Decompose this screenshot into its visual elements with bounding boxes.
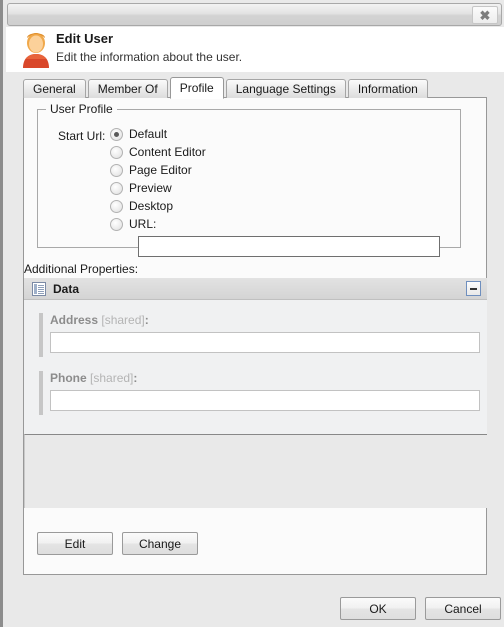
field-accent-bar bbox=[39, 313, 43, 357]
page-title: Edit User bbox=[56, 31, 114, 46]
radio-option-label: Preview bbox=[129, 181, 172, 195]
radio-option-page-editor[interactable]: Page Editor bbox=[110, 161, 206, 179]
header-text-block: Edit User Edit the information about the… bbox=[56, 30, 242, 66]
tab-profile[interactable]: Profile bbox=[169, 77, 224, 99]
radio-mark-icon bbox=[110, 145, 123, 159]
radio-mark-icon bbox=[110, 163, 123, 177]
radio-option-label: Page Editor bbox=[129, 163, 192, 177]
field-label-colon: : bbox=[133, 371, 138, 385]
user-icon bbox=[23, 33, 49, 68]
radio-option-content-editor[interactable]: Content Editor bbox=[110, 143, 206, 161]
field-label-colon: : bbox=[144, 313, 149, 327]
cancel-button[interactable]: Cancel bbox=[425, 597, 501, 620]
change-button[interactable]: Change bbox=[122, 532, 198, 555]
data-section-footer-area bbox=[24, 434, 487, 508]
field-block-address: Address [shared]: bbox=[24, 312, 487, 357]
field-input-phone[interactable] bbox=[50, 390, 480, 411]
tab-information[interactable]: Information bbox=[347, 79, 428, 98]
radio-option-label: Desktop bbox=[129, 199, 174, 213]
start-url-text-input[interactable] bbox=[138, 236, 440, 257]
field-label-address: Address [shared]: bbox=[50, 312, 487, 328]
radio-option-url[interactable]: URL: bbox=[110, 215, 206, 233]
radio-option-label: Default bbox=[129, 127, 168, 141]
radio-option-label: URL: bbox=[129, 217, 157, 231]
close-button[interactable]: ✖ bbox=[472, 6, 498, 24]
ok-button[interactable]: OK bbox=[340, 597, 416, 620]
close-icon: ✖ bbox=[479, 7, 491, 23]
field-name-text: Phone bbox=[50, 371, 87, 385]
field-shared-tag: [shared] bbox=[90, 371, 134, 385]
field-input-address[interactable] bbox=[50, 332, 480, 353]
field-name-text: Address bbox=[50, 313, 99, 327]
page-subtitle: Edit the information about the user. bbox=[56, 50, 243, 64]
action-button-row: Edit Change bbox=[37, 532, 198, 555]
radio-option-preview[interactable]: Preview bbox=[110, 179, 206, 197]
edit-user-dialog: ✖ Edit User Edit the information about t… bbox=[0, 0, 504, 627]
tab-general[interactable]: General bbox=[23, 79, 86, 98]
tab-strip: General Member Of Profile Language Settings… bbox=[23, 77, 430, 99]
radio-mark-icon bbox=[110, 181, 123, 195]
radio-option-desktop[interactable]: Desktop bbox=[110, 197, 206, 215]
radio-mark-icon bbox=[110, 199, 123, 213]
start-url-label: Start Url: bbox=[58, 129, 106, 143]
tab-member-of[interactable]: Member Of bbox=[87, 79, 168, 98]
title-bar: ✖ bbox=[7, 3, 502, 26]
field-accent-bar bbox=[39, 371, 43, 415]
dialog-header: Edit User Edit the information about the… bbox=[6, 27, 504, 72]
document-list-icon bbox=[32, 281, 46, 296]
data-section-body: Address [shared]: Phone [shared]: bbox=[24, 300, 487, 434]
start-url-radio-group: Default Content Editor Page Editor Preview D… bbox=[110, 125, 206, 233]
radio-mark-icon bbox=[110, 127, 123, 141]
user-profile-legend: User Profile bbox=[46, 102, 117, 116]
tab-panel-profile: User Profile Start Url: Default Content E… bbox=[23, 97, 487, 575]
footer-button-row: OK Cancel bbox=[340, 597, 501, 620]
radio-option-label: Content Editor bbox=[129, 145, 206, 159]
field-shared-tag: [shared] bbox=[101, 313, 145, 327]
field-label-phone: Phone [shared]: bbox=[50, 370, 487, 386]
data-section-title: Data bbox=[53, 281, 80, 296]
additional-properties-label: Additional Properties: bbox=[24, 262, 139, 276]
radio-option-default[interactable]: Default bbox=[110, 125, 206, 143]
tab-language-settings[interactable]: Language Settings bbox=[225, 79, 346, 98]
data-section-header: Data bbox=[24, 278, 487, 300]
edit-button[interactable]: Edit bbox=[37, 532, 113, 555]
data-section: Data Address [shared]: Phone [shared]: bbox=[24, 278, 487, 508]
collapse-section-button[interactable] bbox=[466, 281, 481, 296]
user-profile-groupbox: User Profile Start Url: Default Content E… bbox=[37, 102, 461, 257]
field-block-phone: Phone [shared]: bbox=[24, 370, 487, 415]
radio-mark-icon bbox=[110, 217, 123, 231]
